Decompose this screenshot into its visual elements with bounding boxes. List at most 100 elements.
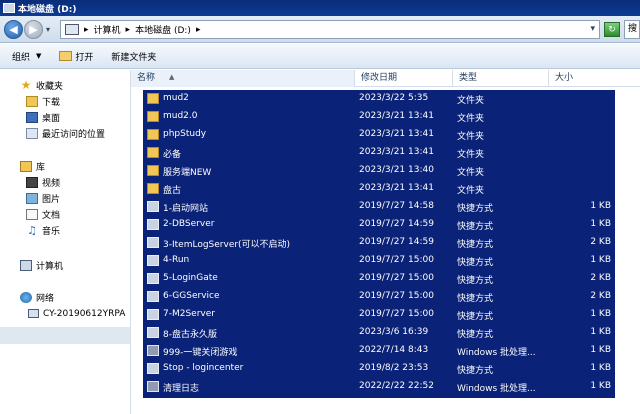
nav-desktop[interactable]: 桌面 — [26, 110, 60, 125]
file-name: 5-LoginGate — [163, 273, 218, 283]
folder-icon — [147, 165, 159, 176]
file-row[interactable]: 必备 2023/3/21 13:41 文件夹 — [143, 144, 615, 162]
sort-ascending-icon: ▲ — [169, 73, 175, 81]
documents-library-icon — [26, 209, 38, 220]
address-dropdown-icon[interactable]: ▾ — [590, 24, 595, 34]
file-row[interactable]: 3-ItemLogServer(可以不启动) 2019/7/27 14:59 快捷方… — [143, 234, 615, 252]
file-row[interactable]: 4-Run 2019/7/27 15:00 快捷方式 1 KB — [143, 252, 615, 270]
file-size: 1 KB — [590, 255, 611, 265]
file-date: 2019/7/27 15:00 — [359, 309, 434, 319]
shortcut-icon — [147, 237, 159, 248]
file-name: 4-Run — [163, 255, 190, 265]
nav-network-pc[interactable]: CY-20190612YRPA — [28, 306, 125, 321]
file-date: 2019/7/27 14:59 — [359, 237, 434, 247]
folder-icon — [147, 93, 159, 104]
search-input[interactable]: 搜 — [624, 20, 640, 39]
nav-computer[interactable]: 计算机 — [20, 258, 63, 273]
open-folder-icon — [59, 51, 73, 61]
open-button[interactable]: 打开 — [59, 50, 93, 63]
column-header-type[interactable]: 类型 — [453, 70, 549, 87]
file-name: 3-ItemLogServer(可以不启动) — [163, 240, 291, 250]
back-button[interactable]: ◀ — [4, 19, 23, 39]
list-empty-area — [131, 400, 640, 414]
address-field[interactable]: ▸ 计算机 ▸ 本地磁盘 (D:) ▸ ▾ — [60, 20, 600, 39]
file-size: 1 KB — [590, 363, 611, 373]
shortcut-icon — [147, 291, 159, 302]
file-row[interactable]: Stop - logincenter 2019/8/2 23:53 快捷方式 1 KB — [143, 360, 615, 378]
file-row[interactable]: 服务端NEW 2023/3/21 13:40 文件夹 — [143, 162, 615, 180]
file-row[interactable]: 2-DBServer 2019/7/27 14:59 快捷方式 1 KB — [143, 216, 615, 234]
file-type: 文件夹 — [457, 132, 485, 142]
file-row[interactable]: 1-启动网站 2019/7/27 14:58 快捷方式 1 KB — [143, 198, 615, 216]
file-row[interactable]: 6-GGService 2019/7/27 15:00 快捷方式 2 KB — [143, 288, 615, 306]
forward-button[interactable]: ▶ — [24, 19, 43, 39]
nav-documents[interactable]: 文档 — [26, 207, 60, 222]
file-row[interactable]: mud2 2023/3/22 5:35 文件夹 — [143, 90, 615, 108]
file-name: 服务端NEW — [163, 168, 212, 178]
new-folder-button[interactable]: 新建文件夹 — [111, 50, 156, 63]
file-row[interactable]: 8-盘古永久版 2023/3/6 16:39 快捷方式 1 KB — [143, 324, 615, 342]
file-row[interactable]: 5-LoginGate 2019/7/27 15:00 快捷方式 2 KB — [143, 270, 615, 288]
nav-pictures[interactable]: 图片 — [26, 191, 60, 206]
nav-downloads-label: 下载 — [42, 98, 61, 108]
file-name: 盘古 — [163, 186, 182, 196]
breadcrumb-separator[interactable]: ▸ — [84, 25, 89, 35]
file-size: 2 KB — [590, 291, 611, 301]
file-name: 清理日志 — [163, 384, 200, 394]
nav-libraries-label: 库 — [36, 163, 46, 173]
breadcrumb-separator[interactable]: ▸ — [196, 25, 201, 35]
nav-selection-highlight — [0, 327, 130, 344]
file-date: 2022/2/22 22:52 — [359, 381, 434, 391]
file-type: 文件夹 — [457, 96, 485, 106]
star-icon: ★ — [20, 78, 32, 92]
breadcrumb-separator[interactable]: ▸ — [126, 25, 131, 35]
organize-button[interactable]: 组织 ▼ — [12, 50, 41, 63]
file-row[interactable]: 999-一键关闭游戏 2022/7/14 8:43 Windows 批处理... 1 … — [143, 342, 615, 360]
shortcut-icon — [147, 201, 159, 212]
file-type: 快捷方式 — [457, 294, 494, 304]
folder-icon — [147, 129, 159, 140]
file-row[interactable]: 7-M2Server 2019/7/27 15:00 快捷方式 1 KB — [143, 306, 615, 324]
file-type: 文件夹 — [457, 150, 485, 160]
file-row[interactable]: phpStudy 2023/3/21 13:41 文件夹 — [143, 126, 615, 144]
nav-favorites[interactable]: ★ 收藏夹 — [20, 78, 63, 93]
file-row[interactable]: 盘古 2023/3/21 13:41 文件夹 — [143, 180, 615, 198]
nav-network[interactable]: 网络 — [20, 290, 54, 305]
column-header-size[interactable]: 大小 — [549, 70, 639, 87]
nav-music[interactable]: ♫ 音乐 — [26, 223, 60, 238]
recent-places-icon — [26, 128, 38, 139]
file-date: 2023/3/21 13:41 — [359, 129, 434, 139]
file-date: 2019/8/2 23:53 — [359, 363, 429, 373]
music-note-icon: ♫ — [27, 224, 37, 237]
library-icon — [20, 161, 32, 172]
breadcrumb-drive[interactable]: 本地磁盘 (D:) — [135, 23, 191, 36]
nav-libraries[interactable]: 库 — [20, 159, 45, 174]
file-size: 1 KB — [590, 327, 611, 337]
computer-icon — [20, 260, 32, 271]
file-type: 快捷方式 — [457, 240, 494, 250]
file-type: 文件夹 — [457, 114, 485, 124]
nav-recent[interactable]: 最近访问的位置 — [26, 126, 105, 141]
breadcrumb-computer[interactable]: 计算机 — [94, 23, 121, 36]
file-date: 2019/7/27 14:58 — [359, 201, 434, 211]
file-size: 1 KB — [590, 381, 611, 391]
shortcut-icon — [147, 219, 159, 230]
column-header-name[interactable]: ▲ 名称 — [131, 70, 355, 87]
nav-downloads[interactable]: 下载 — [26, 94, 60, 109]
navigation-pane: ★ 收藏夹 下载 桌面 最近访问的位置 库 视频 图片 文档 ♫ 音乐 计算机 … — [0, 70, 131, 414]
file-type: 快捷方式 — [457, 258, 494, 268]
folder-icon — [147, 147, 159, 158]
downloads-folder-icon — [26, 96, 38, 107]
folder-icon — [147, 183, 159, 194]
refresh-button[interactable]: ↻ — [604, 22, 620, 37]
nav-videos[interactable]: 视频 — [26, 175, 60, 190]
file-name: 6-GGService — [163, 291, 220, 301]
file-row[interactable]: mud2.0 2023/3/21 13:41 文件夹 — [143, 108, 615, 126]
file-row[interactable]: 清理日志 2022/2/22 22:52 Windows 批处理... 1 KB — [143, 378, 615, 396]
nav-network-label: 网络 — [36, 294, 55, 304]
file-size: 1 KB — [590, 201, 611, 211]
column-header-date[interactable]: 修改日期 — [355, 70, 453, 87]
shortcut-icon — [147, 363, 159, 374]
recent-pages-dropdown[interactable]: ▾ — [43, 25, 53, 34]
file-type: 快捷方式 — [457, 312, 494, 322]
